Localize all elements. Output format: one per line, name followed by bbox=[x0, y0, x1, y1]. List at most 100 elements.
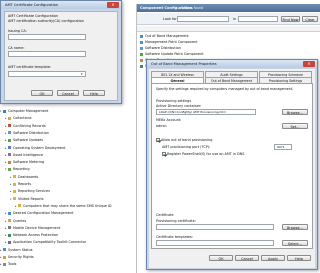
tree-item[interactable]: ▸ Computers that may share the same SMS U… bbox=[0, 203, 140, 209]
find-now-button[interactable]: Find Now bbox=[281, 16, 300, 22]
tree-item-label: Software Metering bbox=[13, 160, 45, 165]
tree-item[interactable]: ▾ Computer Management bbox=[0, 108, 140, 114]
expand-icon[interactable]: ▸ bbox=[5, 159, 6, 165]
expand-icon[interactable]: ▸ bbox=[5, 239, 6, 245]
look-for-label: Look for: bbox=[163, 17, 178, 21]
tree-item[interactable]: ▸ Software Metering bbox=[0, 159, 140, 165]
tree-item[interactable]: ▸ Asset Intelligence bbox=[0, 152, 140, 158]
props-help-button[interactable]: Help bbox=[287, 255, 311, 261]
tree-node-icon bbox=[8, 138, 11, 142]
issuing-ca-input[interactable] bbox=[8, 34, 86, 40]
expand-icon[interactable]: ▸ bbox=[5, 210, 6, 216]
set-button[interactable]: Set... bbox=[282, 123, 308, 129]
expand-icon[interactable]: ▸ bbox=[5, 130, 6, 136]
template-select[interactable] bbox=[8, 71, 86, 77]
component-icon bbox=[140, 58, 143, 62]
ca-name-input[interactable] bbox=[8, 51, 86, 57]
expand-icon[interactable]: ▸ bbox=[0, 254, 1, 260]
mebx-value: admin bbox=[156, 124, 167, 128]
look-for-input[interactable] bbox=[177, 16, 229, 22]
ok-button[interactable]: OK bbox=[31, 90, 53, 96]
tree-item[interactable]: ▸ Conflicting Records bbox=[0, 123, 140, 129]
tree-item[interactable]: ▾ Reporting bbox=[0, 166, 140, 172]
tree-item[interactable]: ▸ Software Distribution bbox=[0, 130, 140, 136]
tree-item[interactable]: ▸ Mobile Device Management bbox=[0, 225, 140, 231]
search-in-select[interactable] bbox=[238, 16, 278, 22]
props-ok-button[interactable]: OK bbox=[209, 255, 233, 261]
allow-provisioning-checkbox[interactable]: Allow out of band provisioning bbox=[156, 138, 212, 142]
cert-dialog-titlebar: AMT Certificate Configuration × bbox=[1, 1, 121, 9]
browse-cert-button[interactable]: Browse... bbox=[282, 224, 308, 230]
tree-item[interactable]: ▸ System Status bbox=[0, 247, 140, 253]
clear-button[interactable]: Clear bbox=[302, 16, 318, 22]
tree-item[interactable]: ▸ Desired Configuration Management bbox=[0, 210, 140, 216]
ad-container-input[interactable]: LDAP://CN=ConfigMgr AMT Provisioning,DC= bbox=[156, 109, 256, 115]
tree-item[interactable]: ▸ Dashboards bbox=[0, 174, 140, 180]
component-icon bbox=[140, 46, 143, 50]
templates-input[interactable] bbox=[156, 240, 274, 246]
tree-item[interactable]: ▸ Security Rights bbox=[0, 254, 140, 260]
tree-item[interactable]: ▸ Operating System Deployment bbox=[0, 145, 140, 151]
tree-node-icon bbox=[8, 131, 11, 135]
tree-item[interactable]: ▸ Software Updates bbox=[0, 137, 140, 143]
search-in-label: in bbox=[233, 17, 237, 21]
expand-icon[interactable]: ▸ bbox=[5, 232, 6, 238]
tree-item[interactable]: ▸ Collections bbox=[0, 115, 140, 121]
register-dns-checkbox[interactable]: Register PowerShell(S) for use on AMT in… bbox=[162, 152, 244, 156]
collapse-icon[interactable]: ▾ bbox=[5, 166, 6, 172]
collapse-icon[interactable]: ▾ bbox=[0, 108, 1, 114]
expand-icon[interactable]: ▸ bbox=[5, 123, 6, 129]
props-close-icon[interactable]: × bbox=[303, 61, 315, 67]
tree-item-label: Computers that may share the same SMS Un… bbox=[23, 203, 112, 208]
expand-icon[interactable]: ▸ bbox=[5, 115, 6, 121]
select-button[interactable]: Select... bbox=[282, 240, 308, 246]
port-input[interactable]: 9971 bbox=[274, 144, 292, 150]
tree-item-label: Reports bbox=[18, 182, 32, 186]
expand-icon[interactable]: ▸ bbox=[10, 181, 11, 187]
tree-node-icon bbox=[18, 204, 21, 208]
chevron-down-icon[interactable]: ▾ bbox=[81, 72, 83, 76]
prov-cert-input[interactable] bbox=[156, 224, 274, 230]
template-label: AMT certificate template: bbox=[8, 65, 52, 69]
tree-item-label: Reporting bbox=[13, 167, 30, 172]
browse-ad-button[interactable]: Browse... bbox=[282, 109, 308, 115]
cancel-button[interactable]: Cancel bbox=[57, 90, 79, 96]
provisioning-heading: Provisioning settings bbox=[156, 99, 192, 103]
expand-icon[interactable]: ▸ bbox=[15, 203, 16, 209]
allow-provisioning-check[interactable] bbox=[156, 138, 160, 142]
tree-node-icon bbox=[8, 146, 11, 149]
close-icon[interactable]: × bbox=[107, 2, 119, 8]
expand-icon[interactable]: ▸ bbox=[0, 247, 1, 253]
help-button[interactable]: Help bbox=[83, 90, 105, 96]
tree-item-label: Visited Reports bbox=[18, 196, 44, 201]
props-apply-button[interactable]: Apply bbox=[261, 255, 285, 261]
prov-cert-label: Provisioning certificate: bbox=[156, 219, 196, 223]
tree-item[interactable]: ▸ Reports bbox=[0, 181, 140, 187]
tree-item-label: Reporting Services bbox=[18, 189, 50, 194]
tree-item[interactable]: ▾ Visited Reports bbox=[0, 196, 140, 202]
search-bar: Look for: in Find Now Clear bbox=[137, 13, 320, 25]
tree-item[interactable]: ▸ Reporting Services bbox=[0, 188, 140, 194]
tree-item[interactable]: ▸ Network Access Protection bbox=[0, 232, 140, 238]
expand-icon[interactable]: ▸ bbox=[5, 225, 6, 231]
expand-icon[interactable]: ▸ bbox=[0, 261, 1, 267]
tree-node-icon bbox=[13, 189, 16, 193]
tree-item[interactable]: ▸ Tools bbox=[0, 261, 140, 267]
collapse-icon[interactable]: ▾ bbox=[10, 196, 11, 202]
expand-icon[interactable]: ▸ bbox=[5, 137, 6, 143]
tree-node-icon bbox=[8, 160, 11, 164]
props-cancel-button[interactable]: Cancel bbox=[235, 255, 259, 261]
expand-icon[interactable]: ▸ bbox=[10, 174, 11, 180]
tree-item[interactable]: ▸ Queries bbox=[0, 218, 140, 224]
tree-node-icon bbox=[8, 233, 11, 237]
tree-item[interactable]: ▸ Application Compatibility Toolkit Conne… bbox=[0, 239, 140, 245]
expand-icon[interactable]: ▸ bbox=[5, 152, 6, 158]
tree-node-icon bbox=[8, 219, 11, 222]
expand-icon[interactable]: ▸ bbox=[5, 145, 6, 151]
register-dns-check[interactable] bbox=[162, 152, 166, 156]
expand-icon[interactable]: ▸ bbox=[10, 188, 11, 194]
expand-icon[interactable]: ▸ bbox=[5, 218, 6, 224]
left-tree: ▾ Computer Management ▸ Collections ▸ Conflic… bbox=[0, 108, 140, 273]
register-dns-label: Register PowerShell(S) for use on AMT in… bbox=[167, 152, 245, 156]
props-title: Out of Band Management Properties bbox=[151, 62, 217, 66]
